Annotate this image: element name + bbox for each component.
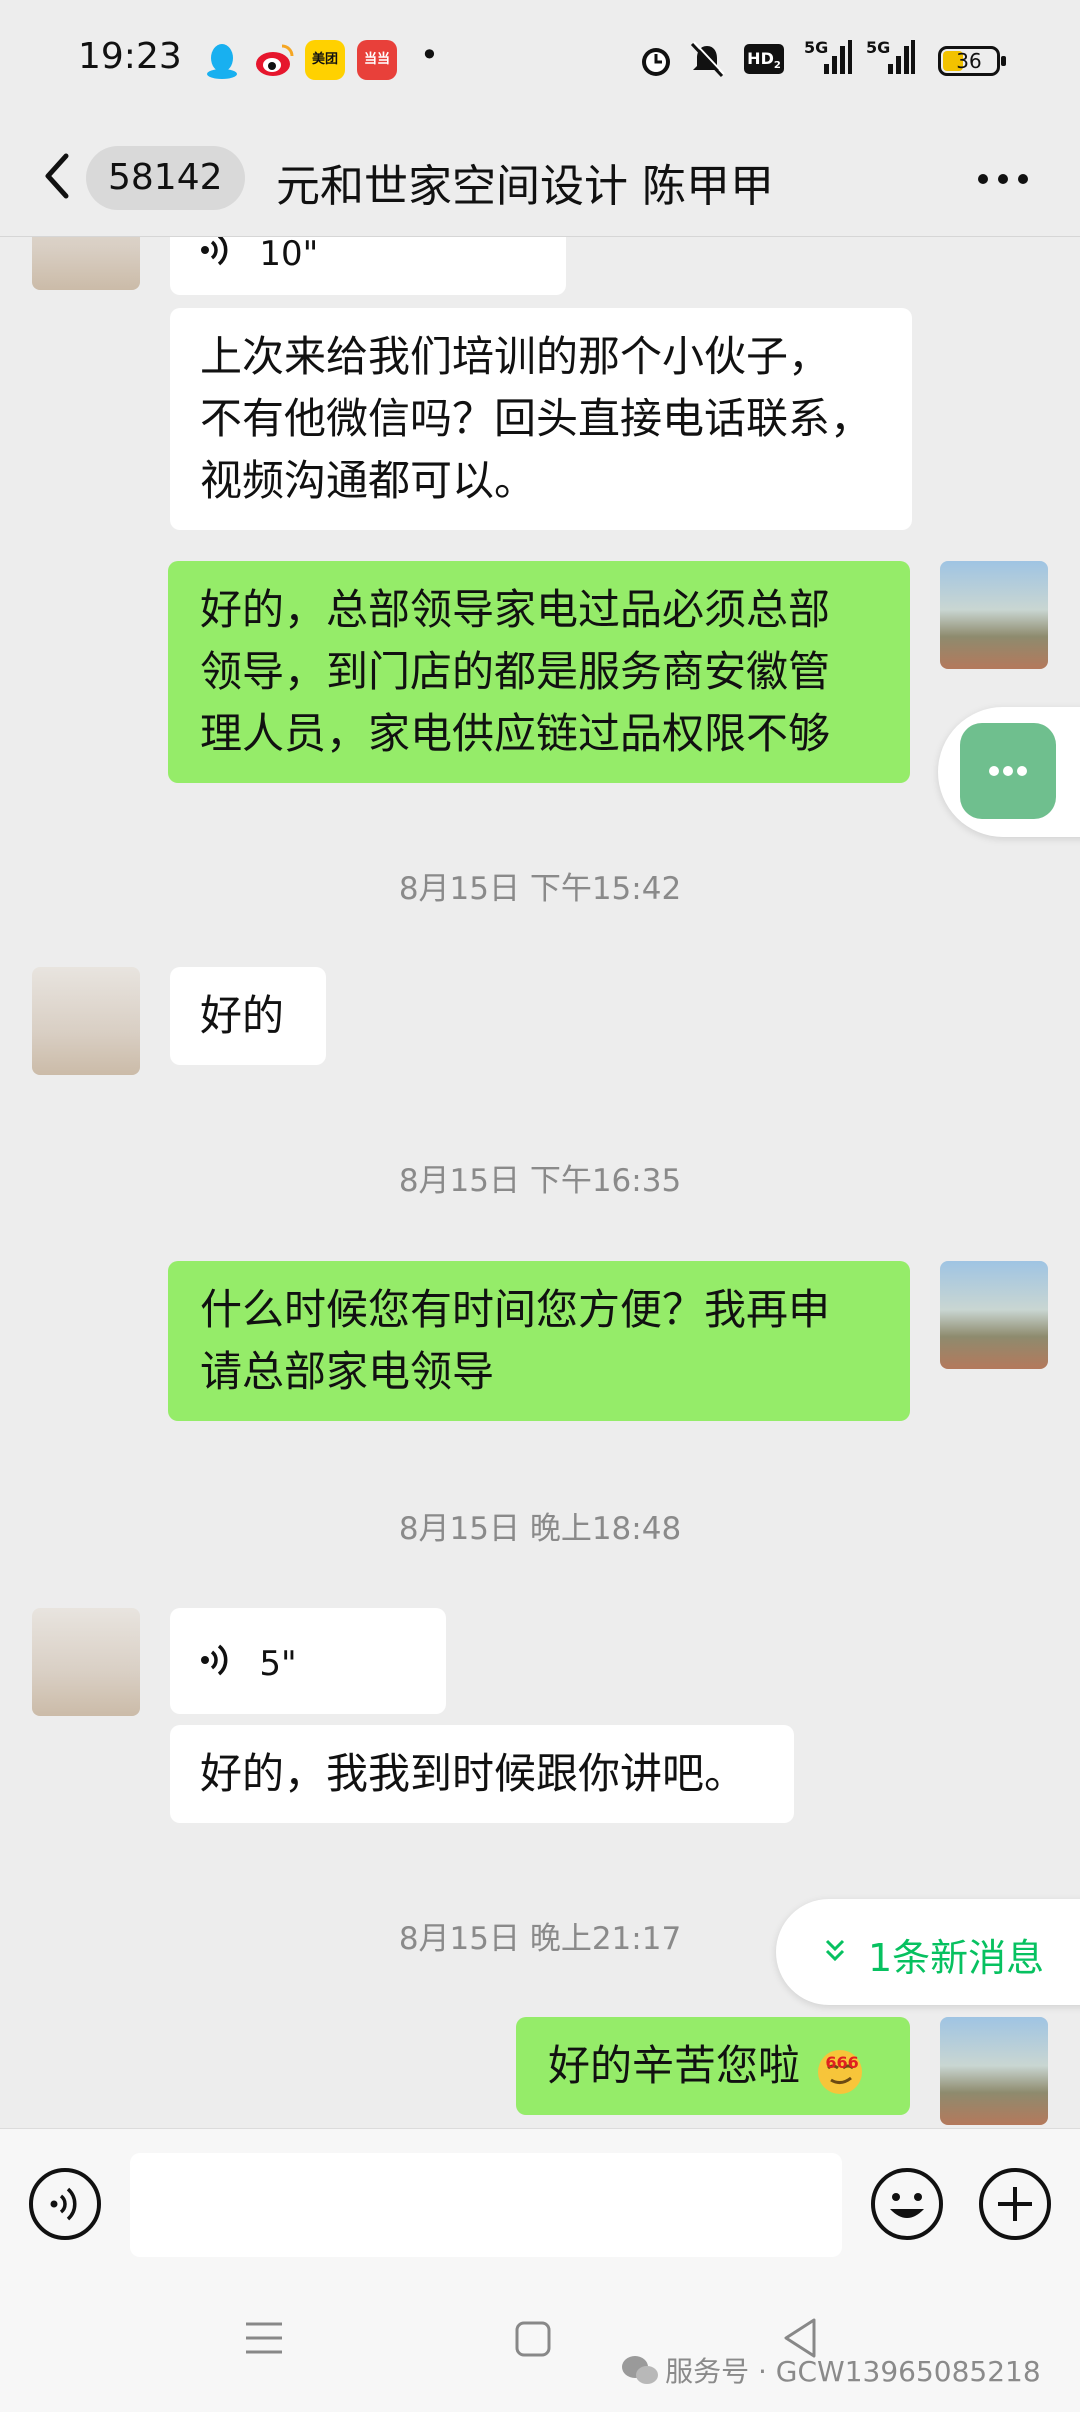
chat-header: 58142 元和世家空间设计 陈甲甲 — [0, 124, 1080, 237]
voice-message[interactable]: 10" — [170, 237, 566, 295]
message-line: 理人员，家电供应链过品权限不够 — [200, 709, 831, 758]
meituan-icon: 美团 — [305, 40, 345, 80]
battery-level: 36 — [956, 49, 982, 73]
contact-avatar[interactable] — [32, 967, 140, 1075]
floating-assist-button[interactable] — [938, 707, 1080, 837]
home-square-icon — [515, 2321, 551, 2357]
voice-wave-icon — [200, 237, 230, 298]
back-button[interactable] — [38, 146, 88, 212]
more-functions-button[interactable] — [978, 2167, 1052, 2245]
voice-wave-icon — [200, 1611, 230, 1717]
plus-icon — [979, 2168, 1051, 2240]
message-line: 好的辛苦您啦 — [548, 2041, 801, 2090]
message-input[interactable] — [130, 2153, 842, 2257]
message-line: 好的 — [200, 991, 285, 1040]
new-message-pill[interactable]: 1条新消息 — [776, 1899, 1080, 2005]
battery-icon: 36 — [938, 46, 1006, 76]
text-message[interactable]: 好的 — [170, 967, 326, 1065]
voice-toggle-icon — [29, 2168, 101, 2240]
timestamp: 8月15日 下午16:35 — [398, 1163, 682, 1199]
message-line: 领导，到门店的都是服务商安徽管 — [200, 647, 831, 696]
smiley-icon — [871, 2168, 943, 2240]
notification-dot: • — [420, 36, 439, 74]
voice-message[interactable]: 5" — [170, 1608, 446, 1714]
mute-icon — [688, 40, 726, 84]
contact-avatar[interactable] — [32, 237, 140, 290]
chat-title: 元和世家空间设计 陈甲甲 — [276, 161, 774, 212]
message-line: 好的，总部领导家电过品必须总部 — [200, 585, 831, 634]
hd-voice-icon: HD2 — [744, 44, 784, 74]
menu-nav-button[interactable] — [244, 2318, 284, 2362]
chat-message-list[interactable]: 10" 上次来给我们培训的那个小伙子， 不有他微信吗？回头直接电话联系， 视频沟… — [0, 237, 1080, 2127]
input-bar — [0, 2128, 1080, 2281]
my-avatar[interactable] — [940, 561, 1048, 669]
message-line: 上次来给我们培训的那个小伙子， — [200, 332, 831, 381]
text-message[interactable]: 好的，总部领导家电过品必须总部 领导，到门店的都是服务商安徽管 理人员，家电供应… — [168, 561, 910, 783]
emoji-666-label: 666 — [825, 2052, 859, 2072]
signal-icon-2: 5G — [866, 38, 916, 82]
timestamp: 8月15日 晚上18:48 — [398, 1511, 682, 1547]
weibo-icon — [254, 40, 294, 80]
my-avatar[interactable] — [940, 2017, 1048, 2125]
text-message[interactable]: 好的，我我到时候跟你讲吧。 — [170, 1725, 794, 1823]
more-options-button[interactable] — [975, 164, 1031, 194]
watermark: 服务号 · GCW13965085218 — [620, 2350, 1041, 2390]
message-line: 不有他微信吗？回头直接电话联系， — [200, 394, 873, 443]
text-message[interactable]: 什么时候您有时间您方便？我再申 请总部家电领导 — [168, 1261, 910, 1421]
status-bar: 19:23 美团 当当 • HD2 5G 5G 36 — [0, 0, 1080, 124]
message-line: 什么时候您有时间您方便？我再申 — [200, 1285, 831, 1334]
message-line: 好的，我我到时候跟你讲吧。 — [200, 1749, 747, 1798]
system-nav-bar: 服务号 · GCW13965085218 — [0, 2280, 1080, 2412]
my-avatar[interactable] — [940, 1261, 1048, 1369]
status-time: 19:23 — [78, 36, 182, 77]
home-nav-button[interactable] — [514, 2320, 552, 2362]
signal-icon-1: 5G — [804, 38, 852, 82]
message-line: 请总部家电领导 — [200, 1347, 495, 1396]
new-message-label: 1条新消息 — [868, 1936, 1045, 1980]
text-message[interactable]: 好的辛苦您啦 666 — [516, 2017, 910, 2115]
alarm-icon — [638, 40, 674, 84]
timestamp: 8月15日 下午15:42 — [398, 871, 682, 907]
dangdang-icon: 当当 — [357, 40, 397, 80]
watermark-text: 服务号 · GCW13965085218 — [665, 2355, 1041, 2388]
smirk-emoji-icon: 666 — [813, 2042, 867, 2096]
wechat-logo-icon — [622, 2356, 658, 2384]
double-chevron-down-icon — [825, 1939, 845, 1962]
emoji-button[interactable] — [870, 2167, 944, 2245]
contact-avatar[interactable] — [32, 1608, 140, 1716]
voice-input-button[interactable] — [28, 2167, 102, 2245]
unread-count-badge[interactable]: 58142 — [86, 146, 245, 210]
voice-duration: 5" — [259, 1644, 297, 1684]
chat-dots-icon — [960, 723, 1056, 819]
text-message[interactable]: 上次来给我们培训的那个小伙子， 不有他微信吗？回头直接电话联系， 视频沟通都可以… — [170, 308, 912, 530]
chevron-left-icon — [45, 153, 69, 199]
message-line: 视频沟通都可以。 — [200, 456, 537, 505]
qq-icon — [202, 40, 242, 80]
menu-icon — [246, 2322, 282, 2354]
more-dots-icon — [978, 174, 1028, 184]
voice-duration: 10" — [259, 237, 319, 274]
